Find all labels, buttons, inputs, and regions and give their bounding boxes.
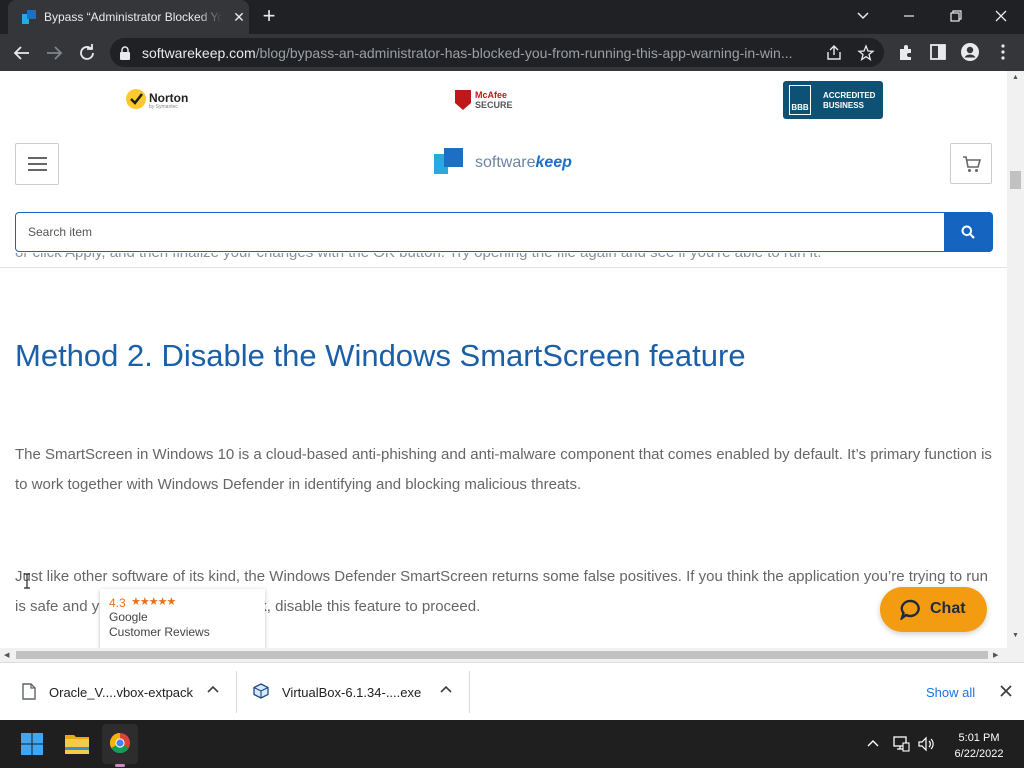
horizontal-scroll-thumb[interactable] [16,651,988,659]
back-arrow-icon[interactable] [10,41,34,65]
windows-taskbar: 5:01 PM 6/22/2022 [0,720,1024,768]
article-heading: Method 2. Disable the Windows SmartScree… [15,338,746,373]
search-icon [961,225,975,239]
bbb-line2: BUSINESS [823,101,864,110]
brand-bold: keep [535,154,572,171]
bbb-logo: BBB [789,85,811,115]
browser-toolbar: softwarekeep.com/blog/bypass-an-administ… [0,34,1024,71]
bbb-badge[interactable]: BBB ACCREDITED BUSINESS [783,81,883,119]
google-reviews-badge[interactable]: 4.3 ★★★★★ Google Customer Reviews [100,589,265,648]
lock-icon[interactable] [119,46,131,60]
article-paragraph-1: The SmartScreen in Windows 10 is a cloud… [15,446,992,493]
virtualbox-cube-icon [253,683,269,699]
chat-label: Chat [930,600,966,617]
minimize-icon[interactable] [896,4,922,28]
url-path: /blog/bypass-an-administrator-has-blocke… [255,45,793,61]
web-page: Norton by Symantec McAfee SECURE BBB ACC… [0,71,1007,648]
norton-check-icon [126,89,146,109]
download-item[interactable]: VirtualBox-6.1.34-....exe [237,663,469,721]
vertical-scroll-thumb[interactable] [1010,171,1021,189]
review-rating: 4.3 [109,596,126,610]
url-text[interactable]: softwarekeep.com/blog/bypass-an-administ… [142,45,822,61]
tab-search-chevron-icon[interactable] [850,4,876,28]
brand-plain: software [475,154,536,171]
mcafee-shield-icon [455,90,471,110]
taskbar-clock[interactable]: 5:01 PM 6/22/2022 [944,730,1014,762]
side-panel-icon[interactable] [928,42,948,62]
search-button[interactable] [944,212,993,252]
cart-icon [963,156,982,172]
norton-sub: by Symantec [149,104,178,110]
text-cursor-icon [24,573,30,589]
download-separator [469,671,470,713]
show-all-downloads-link[interactable]: Show all [926,685,975,700]
show-hidden-icons-chevron-icon[interactable] [866,737,880,751]
review-stars-icon: ★★★★★ [131,596,176,608]
download-filename: Oracle_V....vbox-extpack [49,685,194,700]
vertical-scrollbar[interactable]: ▲ ▼ [1007,71,1024,648]
extensions-puzzle-icon[interactable] [896,42,916,62]
hamburger-menu-button[interactable] [15,143,59,185]
window-close-icon[interactable] [988,4,1014,28]
reload-icon[interactable] [75,41,99,65]
profile-avatar-icon[interactable] [960,42,980,62]
tab-title: Bypass “Administrator Blocked Yo [44,10,222,24]
network-icon[interactable] [892,735,910,753]
browser-tab[interactable]: Bypass “Administrator Blocked Yo ✕ [8,0,249,34]
bbb-line1: ACCREDITED [823,91,876,100]
mcafee-line2: SECURE [475,100,513,110]
review-label: Customer Reviews [109,625,210,639]
article-partial-text: or click Apply, and then finalize your c… [15,253,821,261]
new-tab-icon[interactable]: + [258,5,280,28]
download-options-chevron-icon[interactable] [206,683,220,697]
article-partial-line: or click Apply, and then finalize your c… [15,253,1005,267]
clock-date: 6/22/2022 [954,748,1004,760]
scroll-right-arrow-icon[interactable]: ▶ [993,651,998,659]
scroll-left-arrow-icon[interactable]: ◀ [4,651,9,659]
review-source: Google [109,610,148,624]
download-filename: VirtualBox-6.1.34-....exe [282,685,422,700]
url-host: softwarekeep.com [142,45,256,61]
horizontal-scrollbar[interactable]: ◀ ▶ [0,648,1024,662]
chrome-icon[interactable] [100,720,140,768]
cart-button[interactable] [950,143,992,184]
search-input[interactable] [16,213,943,251]
restore-icon[interactable] [942,4,968,28]
site-logo[interactable]: softwarekeep [434,148,584,178]
header-divider [0,267,1007,268]
close-download-bar-icon[interactable] [998,683,1014,699]
logo-mark-front [444,148,463,167]
file-icon [22,683,36,700]
tab-close-icon[interactable]: ✕ [230,8,248,26]
windows-start-icon[interactable] [12,720,52,768]
softwarekeep-favicon-icon [22,10,36,24]
chrome-menu-icon[interactable] [993,42,1013,62]
clock-time: 5:01 PM [958,732,1000,744]
forward-arrow-icon[interactable] [42,41,66,65]
download-options-chevron-icon[interactable] [439,683,453,697]
scroll-down-arrow-icon[interactable]: ▼ [1012,632,1019,639]
download-bar: Oracle_V....vbox-extpack VirtualBox-6.1.… [0,662,1024,720]
chat-button[interactable]: Chat [880,587,987,632]
trust-badges: Norton by Symantec McAfee SECURE BBB ACC… [0,71,1007,129]
address-bar[interactable]: softwarekeep.com/blog/bypass-an-administ… [110,38,884,67]
file-explorer-icon[interactable] [57,720,97,768]
norton-name: Norton [149,91,189,105]
site-search [15,212,993,252]
scroll-up-arrow-icon[interactable]: ▲ [1012,74,1019,81]
brand-name: softwarekeep [475,154,572,172]
mcafee-line1: McAfee [475,90,508,100]
share-icon[interactable] [825,44,843,62]
chat-bubble-icon [900,599,920,620]
download-item[interactable]: Oracle_V....vbox-extpack [0,663,236,721]
browser-titlebar: Bypass “Administrator Blocked Yo ✕ + [0,0,1024,34]
bookmark-star-icon[interactable] [857,44,875,62]
volume-icon[interactable] [917,735,936,753]
